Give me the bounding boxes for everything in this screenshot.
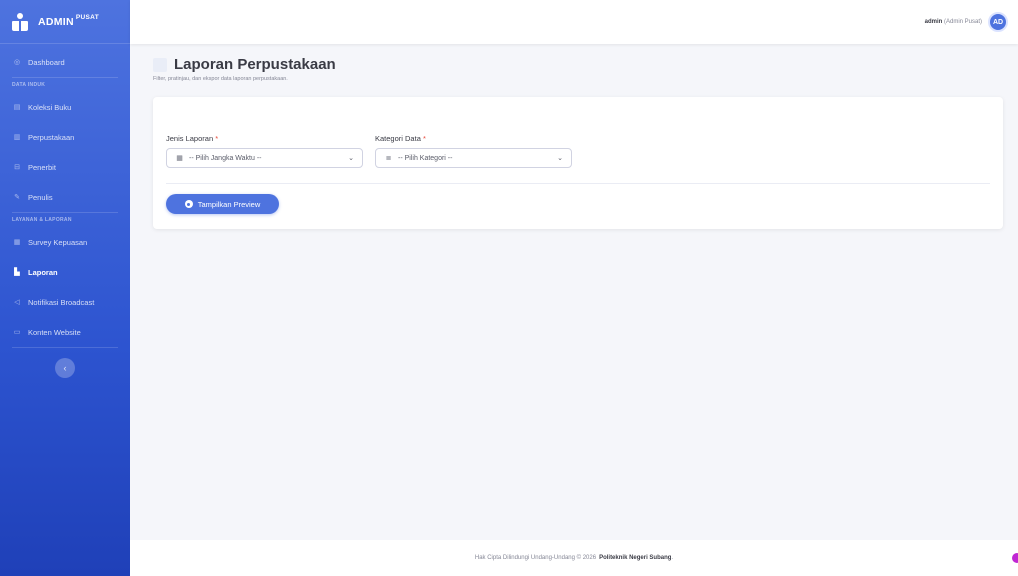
card-divider [166, 183, 990, 184]
sidebar-item-label: Penulis [28, 192, 53, 202]
chevron-down-icon: ⌄ [557, 155, 563, 162]
sidebar-item-perpustakaan[interactable]: ▥ Perpustakaan [0, 122, 130, 152]
sidebar-item-label: Notifikasi Broadcast [28, 297, 95, 307]
reader-logo-icon [12, 12, 28, 31]
pen-icon: ✎ [14, 194, 20, 201]
jenis-laporan-select[interactable]: ▦ -- Pilih Jangka Waktu -- ⌄ [166, 148, 363, 168]
sidebar-item-label: Koleksi Buku [28, 102, 72, 112]
report-icon [153, 58, 167, 72]
sidebar-item-label: Penerbit [28, 162, 56, 172]
footer-period: . [671, 555, 674, 561]
jenis-laporan-field: Jenis Laporan * ▦ -- Pilih Jangka Waktu … [166, 134, 363, 168]
sidebar-item-survey-kepuasan[interactable]: ▦ Survey Kepuasan [0, 227, 130, 257]
sidebar-item-label: Laporan [28, 267, 58, 277]
sidebar-item-label: Dashboard [28, 57, 65, 67]
kategori-data-label: Kategori Data * [375, 134, 426, 143]
sidebar-item-penulis[interactable]: ✎ Penulis [0, 182, 130, 212]
floating-dot-icon[interactable] [1012, 553, 1018, 563]
window-icon: ▭ [13, 329, 21, 336]
user-name[interactable]: admin (Admin Pusat) [925, 19, 982, 25]
brand[interactable]: ADMIN PUSAT [0, 0, 130, 44]
sidebar-item-label: Survey Kepuasan [28, 237, 88, 247]
sidebar: ADMIN PUSAT ◎ Dashboard DATA INDUK ▤ Kole… [0, 0, 130, 576]
sidebar-item-dashboard[interactable]: ◎ Dashboard [0, 47, 130, 77]
megaphone-icon: ◁ [14, 299, 20, 306]
chevron-down-icon: ⌄ [348, 155, 354, 162]
dashboard-icon: ◎ [13, 59, 21, 66]
chart-icon: ▙ [14, 269, 20, 276]
preview-button[interactable]: Tampilkan Preview [166, 194, 279, 214]
library-icon: ▥ [13, 134, 21, 141]
jenis-laporan-label: Jenis Laporan * [166, 134, 219, 143]
sidebar-item-notifikasi-broadcast[interactable]: ◁ Notifikasi Broadcast [0, 287, 130, 317]
sidebar-item-koleksi-buku[interactable]: ▤ Koleksi Buku [0, 92, 130, 122]
jenis-laporan-value: -- Pilih Jangka Waktu -- [189, 154, 262, 162]
sidebar-collapse-button[interactable]: ‹ [55, 358, 75, 378]
filter-card: Jenis Laporan * ▦ -- Pilih Jangka Waktu … [153, 97, 1003, 229]
page-header: Laporan Perpustakaan Filter, pratinjau, … [153, 56, 336, 82]
avatar[interactable]: AD [988, 12, 1008, 32]
user-role: (Admin Pusat) [943, 19, 982, 25]
brand-name: ADMIN PUSAT [38, 13, 99, 28]
sidebar-item-penerbit[interactable]: ⊟ Penerbit [0, 152, 130, 182]
calendar-icon: ▦ [176, 155, 183, 162]
eye-icon [184, 200, 193, 208]
topbar: admin (Admin Pusat) AD [130, 0, 1018, 44]
sidebar-item-label: Konten Website [28, 327, 81, 337]
sidebar-divider [12, 347, 118, 348]
kategori-data-select[interactable]: ≣ -- Pilih Kategori -- ⌄ [375, 148, 572, 168]
page-subtitle: Filter, pratinjau, dan ekspor data lapor… [153, 76, 288, 82]
user-login: admin [924, 19, 943, 25]
clipboard-icon: ▦ [13, 239, 21, 246]
database-icon: ≣ [385, 155, 392, 162]
footer-org: Politeknik Negeri Subang [599, 555, 672, 561]
sidebar-item-label: Perpustakaan [28, 132, 75, 142]
footer-copyright: Hak Cipta Dilindungi Undang-Undang © 202… [474, 555, 597, 561]
sidebar-item-laporan[interactable]: ▙ Laporan [0, 257, 130, 287]
kategori-data-value: -- Pilih Kategori -- [398, 154, 453, 162]
preview-button-label: Tampilkan Preview [197, 199, 261, 209]
sidebar-section-data-induk: DATA INDUK [12, 82, 46, 88]
footer: Hak Cipta Dilindungi Undang-Undang © 202… [130, 540, 1018, 576]
chevron-left-icon: ‹ [63, 363, 67, 373]
page-title: Laporan Perpustakaan [174, 56, 336, 73]
sidebar-section-layanan: LAYANAN & LAPORAN [12, 217, 72, 223]
sidebar-item-konten-website[interactable]: ▭ Konten Website [0, 317, 130, 347]
kategori-data-field: Kategori Data * ≣ -- Pilih Kategori -- ⌄ [375, 134, 572, 168]
book-icon: ▤ [13, 104, 21, 111]
printer-icon: ⊟ [14, 164, 20, 171]
